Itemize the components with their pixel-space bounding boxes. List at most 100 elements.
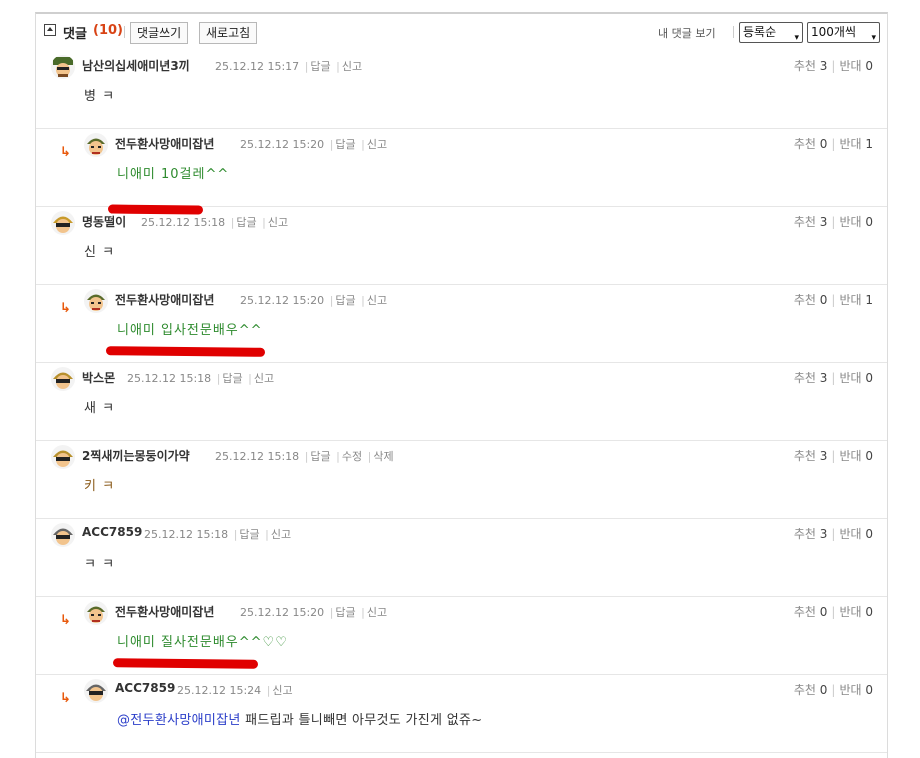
comment-meta: 25.12.12 15:18 | 답글 | 신고 <box>141 216 289 229</box>
downvote-button[interactable]: 반대 1 <box>839 137 873 151</box>
reply-item: ↳ 전두환사망애미잡년 25.12.12 15:20 | 답글 | 신고 니애미 1… <box>36 129 887 215</box>
downvote-label: 반대 <box>839 137 862 151</box>
comment-meta: 25.12.12 15:24 | 신고 <box>177 684 293 697</box>
comment-time: 25.12.12 15:24 <box>177 684 262 697</box>
report-link[interactable]: 신고 <box>367 606 387 619</box>
vote-counts: 추천 3 | 반대 0 <box>793 215 873 229</box>
upvote-button[interactable]: 추천 3 <box>794 527 828 541</box>
downvote-count: 1 <box>865 137 873 151</box>
comment-item: 2찍새끼는몽둥이가약 25.12.12 15:18 | 답글 | 수정 | 삭제 키 … <box>36 441 887 519</box>
comment-time: 25.12.12 15:18 <box>215 450 300 463</box>
downvote-button[interactable]: 반대 0 <box>839 59 873 73</box>
downvote-count: 0 <box>865 59 873 73</box>
divider <box>124 26 125 38</box>
upvote-label: 추천 <box>793 137 816 151</box>
write-comment-button[interactable]: 댓글쓰기 <box>130 22 189 44</box>
upvote-button[interactable]: 추천 3 <box>794 59 828 73</box>
mention-link[interactable]: @전두환사망애미잡년 <box>117 713 241 728</box>
comment-author[interactable]: 명동떨이 <box>82 213 126 230</box>
page-size-select[interactable]: 100개씩 ▾ <box>807 22 880 43</box>
comment-author[interactable]: ACC7859 <box>82 525 142 539</box>
report-link[interactable]: 신고 <box>367 294 387 307</box>
divider <box>733 26 734 38</box>
downvote-button[interactable]: 반대 0 <box>839 683 873 697</box>
upvote-button[interactable]: 추천 0 <box>794 293 828 307</box>
comment-author[interactable]: 남산의십세애미년3끼 <box>82 57 190 74</box>
delete-link[interactable]: 삭제 <box>373 450 393 463</box>
comment-body: ㅋ ㅋ <box>84 557 116 572</box>
downvote-button[interactable]: 반대 0 <box>839 371 873 385</box>
my-comments-link[interactable]: 내 댓글 보기 <box>658 25 716 41</box>
reply-arrow-icon: ↳ <box>60 613 71 628</box>
avatar <box>84 133 108 157</box>
upvote-button[interactable]: 추천 0 <box>794 683 828 697</box>
comment-author[interactable]: ACC7859 <box>115 681 175 695</box>
reply-link[interactable]: 답글 <box>310 450 330 463</box>
avatar <box>84 679 108 703</box>
reply-link[interactable]: 답글 <box>239 528 259 541</box>
upvote-count: 0 <box>819 293 828 307</box>
upvote-button[interactable]: 추천 3 <box>794 215 828 229</box>
reply-arrow-icon: ↳ <box>60 691 71 706</box>
comment-body: 니애미 10걸레^^ <box>117 167 230 182</box>
comment-meta: 25.12.12 15:20 | 답글 | 신고 <box>240 294 388 307</box>
reply-link[interactable]: 답글 <box>222 372 242 385</box>
upvote-count: 3 <box>819 449 828 463</box>
comment-time: 25.12.12 15:20 <box>240 606 325 619</box>
comment-time: 25.12.12 15:18 <box>141 216 226 229</box>
comment-author[interactable]: 전두환사망애미잡년 <box>115 291 214 308</box>
chevron-down-icon: ▾ <box>871 33 876 43</box>
report-link[interactable]: 신고 <box>268 216 288 229</box>
reply-link[interactable]: 답글 <box>310 60 330 73</box>
sort-select[interactable]: 등록순 ▾ <box>739 22 803 43</box>
comment-time: 25.12.12 15:20 <box>240 138 325 151</box>
downvote-count: 0 <box>865 605 873 619</box>
comment-author[interactable]: 전두환사망애미잡년 <box>115 135 214 152</box>
upvote-count: 0 <box>819 683 828 697</box>
upvote-button[interactable]: 추천 3 <box>794 449 828 463</box>
downvote-count: 0 <box>865 683 873 697</box>
comment-author[interactable]: 2찍새끼는몽둥이가약 <box>82 447 190 464</box>
comment-meta: 25.12.12 15:18 | 답글 | 수정 | 삭제 <box>215 450 394 463</box>
downvote-button[interactable]: 반대 0 <box>839 527 873 541</box>
upvote-label: 추천 <box>793 293 816 307</box>
upvote-count: 3 <box>819 215 828 229</box>
downvote-button[interactable]: 반대 0 <box>839 449 873 463</box>
comment-panel: 댓글 (10) 댓글쓰기 새로고침 내 댓글 보기 등록순 ▾ 100개씩 ▾ … <box>35 12 888 758</box>
collapse-toggle-icon[interactable] <box>44 24 56 36</box>
report-link[interactable]: 신고 <box>342 60 362 73</box>
sort-select-value: 등록순 <box>743 25 777 39</box>
upvote-label: 추천 <box>793 59 816 73</box>
edit-link[interactable]: 수정 <box>342 450 362 463</box>
reply-link[interactable]: 답글 <box>335 606 355 619</box>
refresh-button[interactable]: 새로고침 <box>199 22 258 44</box>
comment-title: 댓글 <box>63 27 87 42</box>
reply-link[interactable]: 답글 <box>335 138 355 151</box>
report-link[interactable]: 신고 <box>271 528 291 541</box>
comment-author[interactable]: 박스몬 <box>82 369 115 386</box>
vote-counts: 추천 3 | 반대 0 <box>793 371 873 385</box>
reply-link[interactable]: 답글 <box>335 294 355 307</box>
comment-body: 니애미 입사전문배우^^ <box>117 323 263 338</box>
reply-link[interactable]: 답글 <box>236 216 256 229</box>
upvote-button[interactable]: 추천 0 <box>794 137 828 151</box>
comment-meta: 25.12.12 15:18 | 답글 | 신고 <box>144 528 292 541</box>
downvote-button[interactable]: 반대 0 <box>839 215 873 229</box>
comment-meta: 25.12.12 15:20 | 답글 | 신고 <box>240 138 388 151</box>
vote-counts: 추천 0 | 반대 1 <box>793 293 873 307</box>
comment-author[interactable]: 전두환사망애미잡년 <box>115 603 214 620</box>
avatar <box>84 289 108 313</box>
comment-meta: 25.12.12 15:18 | 답글 | 신고 <box>127 372 275 385</box>
downvote-label: 반대 <box>839 527 862 541</box>
avatar <box>51 211 75 235</box>
comment-body: 새 ㅋ <box>84 401 116 416</box>
upvote-button[interactable]: 추천 0 <box>794 605 828 619</box>
report-link[interactable]: 신고 <box>367 138 387 151</box>
vote-counts: 추천 3 | 반대 0 <box>793 59 873 73</box>
downvote-button[interactable]: 반대 0 <box>839 605 873 619</box>
report-link[interactable]: 신고 <box>272 684 292 697</box>
upvote-label: 추천 <box>793 527 816 541</box>
report-link[interactable]: 신고 <box>254 372 274 385</box>
downvote-button[interactable]: 반대 1 <box>839 293 873 307</box>
upvote-button[interactable]: 추천 3 <box>794 371 828 385</box>
